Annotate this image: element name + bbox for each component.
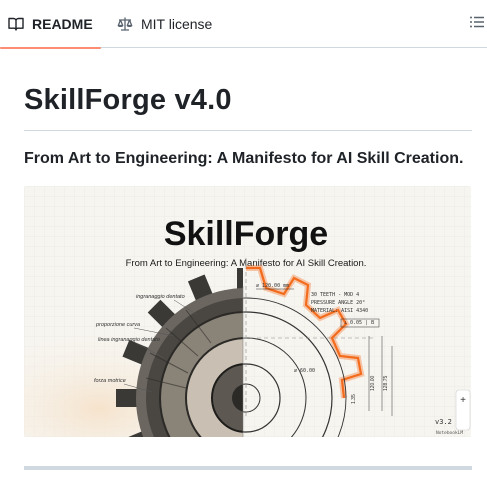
tab-readme[interactable]: README — [0, 0, 101, 49]
hero-heading: SkillForge — [164, 215, 328, 253]
note-linea: linea ingranaggio dentato — [98, 337, 160, 343]
list-icon — [469, 14, 485, 35]
version-label: v3.2 — [435, 418, 452, 426]
readme-tabbar: README MIT license — [0, 0, 487, 49]
dim-right-b: 128.75 — [383, 375, 389, 391]
table-of-contents-button[interactable] — [467, 14, 487, 34]
tab-readme-label: README — [32, 16, 93, 32]
section-divider — [24, 466, 472, 470]
zoom-control[interactable]: + — [455, 389, 471, 431]
tab-license-label: MIT license — [141, 16, 213, 32]
spec-line-1: 30 TEETH - MOD 4 — [311, 292, 359, 298]
tab-license[interactable]: MIT license — [117, 0, 212, 48]
note-ingranaggio: ingranaggio dentato — [136, 294, 185, 300]
page-title: SkillForge v4.0 — [24, 84, 232, 116]
hero-image: SkillForge From Art to Engineering: A Ma… — [24, 186, 471, 437]
book-icon — [8, 16, 24, 32]
spec-line-2: PRESSURE ANGLE 20° — [311, 300, 365, 306]
readme-subtitle: From Art to Engineering: A Manifesto for… — [24, 150, 464, 167]
zoom-plus-label: + — [460, 395, 466, 406]
spec-line-3: MATERIAL: AISI 4340 — [311, 308, 368, 314]
watermark: NotebookLM — [436, 430, 463, 436]
dim-top: ⌀ 120.00 mm — [256, 283, 289, 289]
scale-icon — [117, 16, 133, 32]
dim-right-a: 120.00 — [370, 375, 376, 391]
tolerance-box: ⊥ 0.05 | B — [344, 320, 374, 326]
dim-left-a: 1.35 — [351, 394, 357, 404]
inner-dim: ⌀ 60.00 — [294, 368, 315, 374]
title-divider — [24, 130, 472, 131]
note-proporzione: proporzione curva — [95, 322, 140, 328]
note-forza: forza motrice — [94, 378, 126, 384]
